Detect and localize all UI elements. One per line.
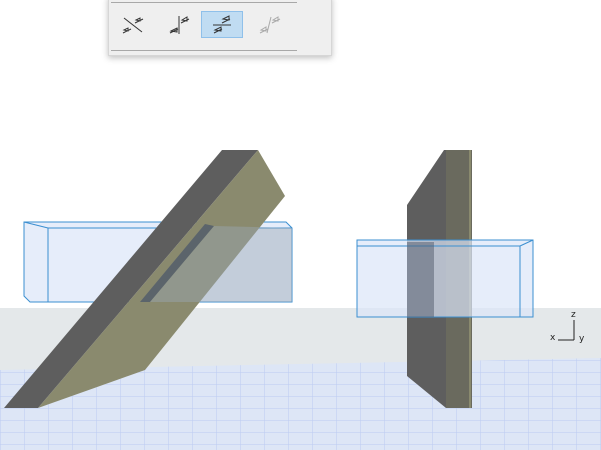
cross-intersection-button[interactable]: [112, 11, 154, 38]
disabled-connection-button: [249, 11, 291, 38]
flat-connection-icon: [213, 14, 231, 33]
flat-connection-button[interactable]: [201, 11, 243, 38]
zone-box-right[interactable]: [356, 239, 534, 318]
disabled-connection-icon: [259, 15, 281, 33]
cross-intersection-icon: [122, 16, 144, 33]
axis-y-label: y: [579, 334, 585, 344]
side-connection-button[interactable]: [159, 11, 201, 38]
connection-type-toolbar: [108, 0, 332, 56]
divider: [111, 50, 297, 51]
side-connection-icon: [169, 15, 190, 34]
axis-x-label: x: [550, 333, 556, 343]
3d-viewport[interactable]: [0, 0, 601, 450]
axis-indicator: z x y: [548, 310, 588, 346]
divider: [111, 2, 297, 3]
axis-z-label: z: [571, 310, 576, 320]
